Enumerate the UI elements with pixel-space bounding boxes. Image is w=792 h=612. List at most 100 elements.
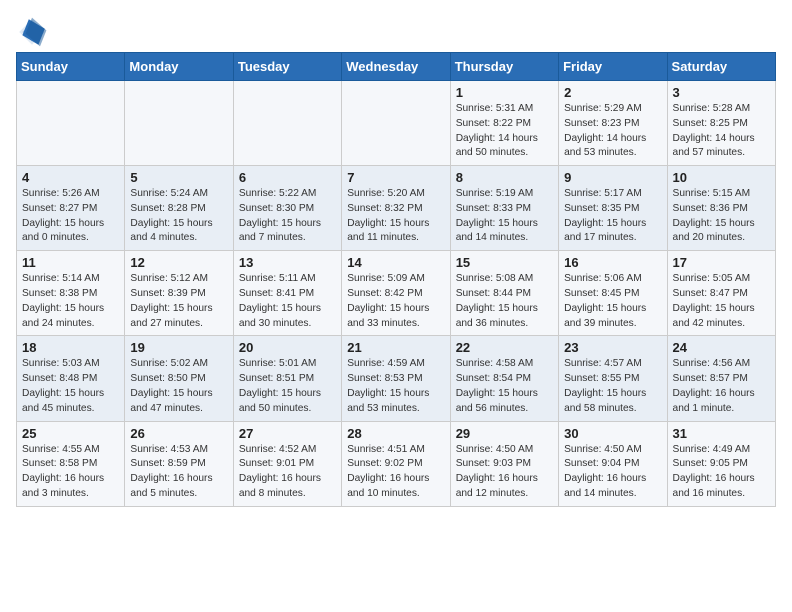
day-number: 10: [673, 170, 770, 185]
day-number: 19: [130, 340, 227, 355]
week-row-3: 11 Sunrise: 5:14 AM Sunset: 8:38 PM Dayli…: [17, 251, 776, 336]
week-row-5: 25Sunrise: 4:55 AM Sunset: 8:58 PM Dayli…: [17, 421, 776, 506]
cell-content: Sunrise: 5:17 AM Sunset: 8:35 PM Dayligh…: [564, 187, 661, 246]
cell-content: Sunrise: 5:20 AM Sunset: 8:32 PM Dayligh…: [347, 187, 444, 246]
calendar-cell: 17 Sunrise: 5:05 AM Sunset: 8:47 PM Dayli…: [667, 251, 775, 336]
cell-content: Sunrise: 5:19 AM Sunset: 8:33 PM Dayligh…: [456, 187, 553, 246]
cell-content: Sunrise: 5:31 AM Sunset: 8:22 PM Dayligh…: [456, 102, 553, 161]
day-number: 28: [347, 426, 444, 441]
cell-content: Sunrise: 5:02 AM Sunset: 8:50 PM Dayligh…: [130, 357, 227, 416]
day-number: 7: [347, 170, 444, 185]
calendar-cell: 18 Sunrise: 5:03 AM Sunset: 8:48 PM Dayli…: [17, 336, 125, 421]
calendar-cell: 16 Sunrise: 5:06 AM Sunset: 8:45 PM Dayli…: [559, 251, 667, 336]
day-number: 29: [456, 426, 553, 441]
calendar-cell: 20 Sunrise: 5:01 AM Sunset: 8:51 PM Dayli…: [233, 336, 341, 421]
calendar-cell: 10Sunrise: 5:15 AM Sunset: 8:36 PM Dayli…: [667, 166, 775, 251]
cell-content: Sunrise: 5:08 AM Sunset: 8:44 PM Dayligh…: [456, 272, 553, 331]
calendar-cell: 12 Sunrise: 5:12 AM Sunset: 8:39 PM Dayli…: [125, 251, 233, 336]
day-number: 4: [22, 170, 119, 185]
day-number: 9: [564, 170, 661, 185]
cell-content: Sunrise: 4:57 AM Sunset: 8:55 PM Dayligh…: [564, 357, 661, 416]
day-header-row: SundayMondayTuesdayWednesdayThursdayFrid…: [17, 53, 776, 81]
day-header-monday: Monday: [125, 53, 233, 81]
cell-content: Sunrise: 4:49 AM Sunset: 9:05 PM Dayligh…: [673, 443, 770, 502]
calendar-cell: 3 Sunrise: 5:28 AM Sunset: 8:25 PM Daylig…: [667, 81, 775, 166]
cell-content: Sunrise: 5:03 AM Sunset: 8:48 PM Dayligh…: [22, 357, 119, 416]
cell-content: Sunrise: 5:14 AM Sunset: 8:38 PM Dayligh…: [22, 272, 119, 331]
cell-content: Sunrise: 5:01 AM Sunset: 8:51 PM Dayligh…: [239, 357, 336, 416]
calendar-cell: 2Sunrise: 5:29 AM Sunset: 8:23 PM Daylig…: [559, 81, 667, 166]
week-row-1: 1 Sunrise: 5:31 AM Sunset: 8:22 PM Daylig…: [17, 81, 776, 166]
cell-content: Sunrise: 5:09 AM Sunset: 8:42 PM Dayligh…: [347, 272, 444, 331]
calendar-cell: 28 Sunrise: 4:51 AM Sunset: 9:02 PM Dayli…: [342, 421, 450, 506]
day-number: 31: [673, 426, 770, 441]
cell-content: Sunrise: 5:24 AM Sunset: 8:28 PM Dayligh…: [130, 187, 227, 246]
cell-content: Sunrise: 5:26 AM Sunset: 8:27 PM Dayligh…: [22, 187, 119, 246]
calendar-cell: 26Sunrise: 4:53 AM Sunset: 8:59 PM Dayli…: [125, 421, 233, 506]
cell-content: Sunrise: 4:56 AM Sunset: 8:57 PM Dayligh…: [673, 357, 770, 416]
calendar-cell: 14 Sunrise: 5:09 AM Sunset: 8:42 PM Dayli…: [342, 251, 450, 336]
day-number: 3: [673, 85, 770, 100]
day-header-saturday: Saturday: [667, 53, 775, 81]
day-number: 24: [673, 340, 770, 355]
cell-content: Sunrise: 5:06 AM Sunset: 8:45 PM Dayligh…: [564, 272, 661, 331]
week-row-2: 4 Sunrise: 5:26 AM Sunset: 8:27 PM Daylig…: [17, 166, 776, 251]
cell-content: Sunrise: 5:22 AM Sunset: 8:30 PM Dayligh…: [239, 187, 336, 246]
day-number: 20: [239, 340, 336, 355]
day-number: 16: [564, 255, 661, 270]
calendar-cell: [233, 81, 341, 166]
calendar-cell: 1 Sunrise: 5:31 AM Sunset: 8:22 PM Daylig…: [450, 81, 558, 166]
day-number: 12: [130, 255, 227, 270]
calendar-cell: 9 Sunrise: 5:17 AM Sunset: 8:35 PM Daylig…: [559, 166, 667, 251]
day-number: 2: [564, 85, 661, 100]
day-number: 14: [347, 255, 444, 270]
logo: [16, 16, 52, 48]
day-number: 21: [347, 340, 444, 355]
cell-content: Sunrise: 4:50 AM Sunset: 9:03 PM Dayligh…: [456, 443, 553, 502]
day-number: 17: [673, 255, 770, 270]
day-number: 26: [130, 426, 227, 441]
calendar-cell: 25Sunrise: 4:55 AM Sunset: 8:58 PM Dayli…: [17, 421, 125, 506]
calendar-cell: 11 Sunrise: 5:14 AM Sunset: 8:38 PM Dayli…: [17, 251, 125, 336]
cell-content: Sunrise: 5:12 AM Sunset: 8:39 PM Dayligh…: [130, 272, 227, 331]
day-number: 6: [239, 170, 336, 185]
day-number: 22: [456, 340, 553, 355]
day-number: 15: [456, 255, 553, 270]
calendar-cell: 21 Sunrise: 4:59 AM Sunset: 8:53 PM Dayli…: [342, 336, 450, 421]
cell-content: Sunrise: 5:05 AM Sunset: 8:47 PM Dayligh…: [673, 272, 770, 331]
cell-content: Sunrise: 4:52 AM Sunset: 9:01 PM Dayligh…: [239, 443, 336, 502]
calendar-cell: 7 Sunrise: 5:20 AM Sunset: 8:32 PM Daylig…: [342, 166, 450, 251]
calendar-cell: 30 Sunrise: 4:50 AM Sunset: 9:04 PM Dayli…: [559, 421, 667, 506]
day-number: 18: [22, 340, 119, 355]
day-number: 11: [22, 255, 119, 270]
day-header-friday: Friday: [559, 53, 667, 81]
calendar-cell: 15 Sunrise: 5:08 AM Sunset: 8:44 PM Dayli…: [450, 251, 558, 336]
calendar-cell: 8 Sunrise: 5:19 AM Sunset: 8:33 PM Daylig…: [450, 166, 558, 251]
cell-content: Sunrise: 5:28 AM Sunset: 8:25 PM Dayligh…: [673, 102, 770, 161]
cell-content: Sunrise: 4:59 AM Sunset: 8:53 PM Dayligh…: [347, 357, 444, 416]
day-number: 27: [239, 426, 336, 441]
day-number: 30: [564, 426, 661, 441]
cell-content: Sunrise: 4:58 AM Sunset: 8:54 PM Dayligh…: [456, 357, 553, 416]
calendar-cell: [342, 81, 450, 166]
calendar-cell: 29 Sunrise: 4:50 AM Sunset: 9:03 PM Dayli…: [450, 421, 558, 506]
page-header: [16, 16, 776, 48]
calendar-cell: 19 Sunrise: 5:02 AM Sunset: 8:50 PM Dayli…: [125, 336, 233, 421]
logo-icon: [16, 16, 48, 48]
day-number: 25: [22, 426, 119, 441]
calendar-cell: 6 Sunrise: 5:22 AM Sunset: 8:30 PM Daylig…: [233, 166, 341, 251]
calendar-cell: 27 Sunrise: 4:52 AM Sunset: 9:01 PM Dayli…: [233, 421, 341, 506]
week-row-4: 18 Sunrise: 5:03 AM Sunset: 8:48 PM Dayli…: [17, 336, 776, 421]
cell-content: Sunrise: 4:51 AM Sunset: 9:02 PM Dayligh…: [347, 443, 444, 502]
day-number: 1: [456, 85, 553, 100]
day-number: 13: [239, 255, 336, 270]
day-header-tuesday: Tuesday: [233, 53, 341, 81]
day-header-thursday: Thursday: [450, 53, 558, 81]
cell-content: Sunrise: 4:50 AM Sunset: 9:04 PM Dayligh…: [564, 443, 661, 502]
calendar-cell: [17, 81, 125, 166]
day-number: 8: [456, 170, 553, 185]
calendar-cell: 31 Sunrise: 4:49 AM Sunset: 9:05 PM Dayli…: [667, 421, 775, 506]
calendar-cell: 22 Sunrise: 4:58 AM Sunset: 8:54 PM Dayli…: [450, 336, 558, 421]
calendar-cell: 23Sunrise: 4:57 AM Sunset: 8:55 PM Dayli…: [559, 336, 667, 421]
calendar-cell: 4 Sunrise: 5:26 AM Sunset: 8:27 PM Daylig…: [17, 166, 125, 251]
